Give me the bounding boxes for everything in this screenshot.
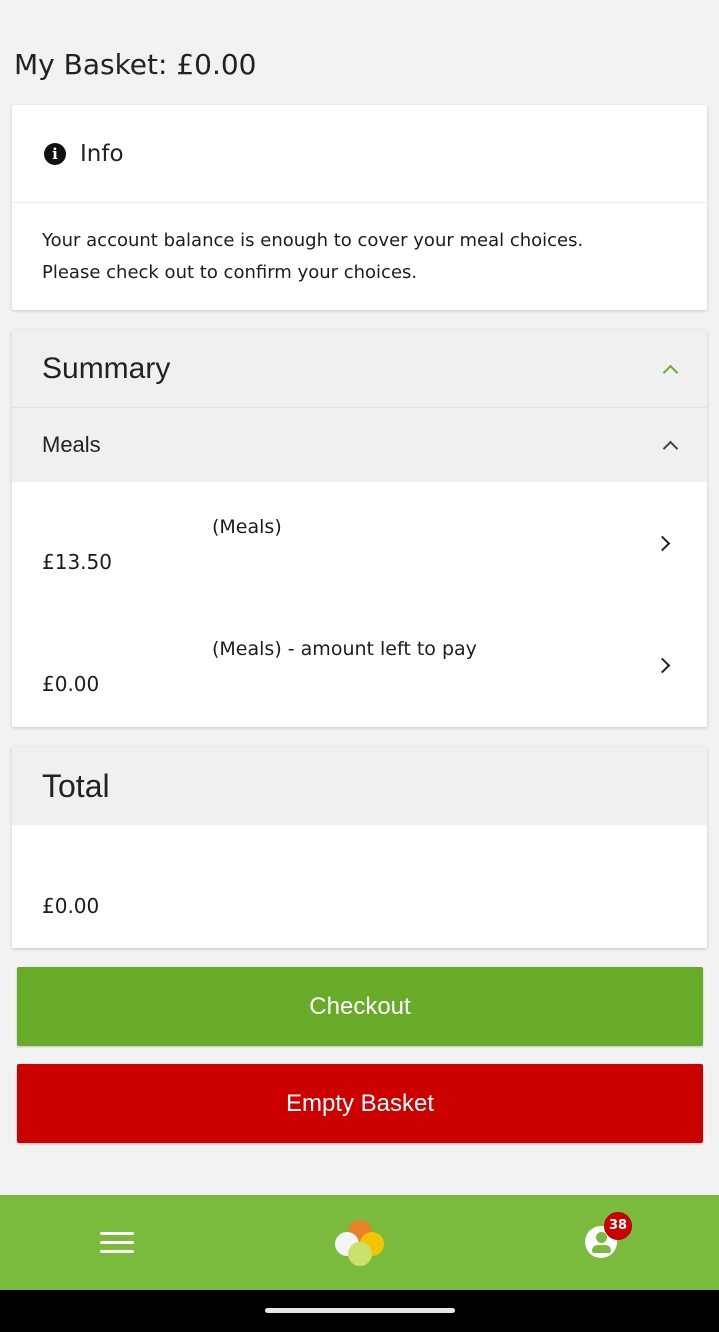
chevron-right-icon[interactable] <box>657 538 669 550</box>
summary-card: Summary Meals (Meals) £13.50 (Meals) - a… <box>12 330 707 727</box>
total-title: Total <box>42 767 110 804</box>
hamburger-menu-icon[interactable] <box>100 1231 134 1254</box>
profile-icon[interactable]: 38 <box>585 1211 632 1260</box>
info-header: i Info <box>12 105 707 203</box>
app-logo-icon[interactable] <box>334 1219 385 1266</box>
info-card: i Info Your account balance is enough to… <box>12 105 707 310</box>
info-message: Your account balance is enough to cover … <box>12 203 707 289</box>
bottom-nav: 38 <box>0 1195 719 1290</box>
meals-chevron-up-icon[interactable] <box>663 438 677 452</box>
meals-title: Meals <box>42 432 101 457</box>
line-item-label: (Meals) <box>212 516 282 538</box>
checkout-button[interactable]: Checkout <box>17 967 703 1046</box>
redacted-name <box>40 486 220 534</box>
redacted-name <box>40 608 220 656</box>
system-navigation-bar <box>0 1290 719 1332</box>
list-item[interactable]: (Meals) £13.50 <box>12 482 707 604</box>
info-message-line2: Please check out to confirm your choices… <box>42 262 418 283</box>
info-icon: i <box>44 142 66 165</box>
total-value: £0.00 <box>42 894 100 918</box>
notification-badge: 38 <box>604 1211 632 1240</box>
chevron-up-icon[interactable] <box>663 362 677 376</box>
meals-header[interactable]: Meals <box>12 408 707 482</box>
empty-basket-button[interactable]: Empty Basket <box>17 1064 703 1143</box>
info-title: Info <box>80 140 124 167</box>
info-message-line1: Your account balance is enough to cover … <box>42 230 584 251</box>
summary-title: Summary <box>42 351 171 385</box>
line-item-label: (Meals) - amount left to pay <box>212 638 477 660</box>
summary-header[interactable]: Summary <box>12 330 707 408</box>
list-item[interactable]: (Meals) - amount left to pay £0.00 <box>12 604 707 726</box>
total-header: Total <box>12 747 707 825</box>
line-item-price: £13.50 <box>42 550 112 574</box>
home-indicator[interactable] <box>265 1308 455 1313</box>
chevron-right-icon[interactable] <box>657 660 669 672</box>
total-card: Total £0.00 <box>12 747 707 948</box>
page-title: My Basket: £0.00 <box>14 48 257 81</box>
line-item-price: £0.00 <box>42 672 100 696</box>
